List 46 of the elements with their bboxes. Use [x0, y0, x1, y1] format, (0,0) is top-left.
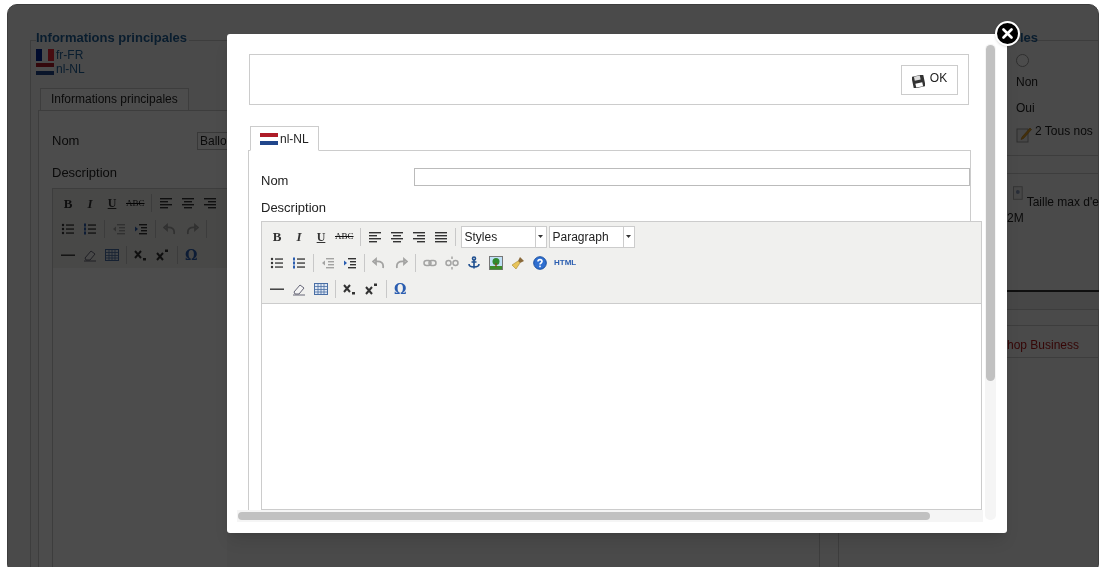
html-button[interactable]: HTML: [554, 258, 577, 267]
align-right-icon[interactable]: [411, 229, 426, 244]
ok-button[interactable]: OK: [901, 65, 958, 95]
option-label: Non: [1016, 73, 1039, 91]
indent-icon[interactable]: [343, 255, 357, 270]
field-label: Nom: [261, 172, 290, 191]
name-field[interactable]: [414, 168, 970, 186]
field-label: Description: [52, 163, 119, 182]
caret-icon: [534, 226, 546, 247]
styles-dropdown[interactable]: Styles: [460, 225, 547, 248]
table-icon[interactable]: [105, 248, 119, 262]
field-label: Description: [261, 199, 328, 217]
broom-icon[interactable]: [511, 255, 525, 270]
scrollbar[interactable]: [985, 44, 996, 520]
numbered-list-icon[interactable]: [292, 255, 306, 270]
table-icon[interactable]: [314, 281, 328, 296]
upload-size-text: 2M: [1007, 210, 1025, 225]
underline-button[interactable]: U: [314, 230, 328, 243]
section-heading: les: [1020, 29, 1040, 47]
save-icon: [911, 75, 925, 88]
justify-icon[interactable]: [433, 229, 448, 244]
flag-icon: [36, 62, 54, 75]
bold-button[interactable]: B: [270, 230, 284, 243]
picture-icon[interactable]: [489, 255, 503, 270]
superscript-icon[interactable]: [365, 281, 379, 296]
anchor-icon[interactable]: [467, 255, 481, 270]
language-tab[interactable]: nl-NL: [250, 126, 319, 151]
help-icon[interactable]: [533, 255, 547, 270]
close-icon: [1002, 28, 1013, 39]
flag-icon: [36, 48, 54, 61]
strikethrough-button[interactable]: ABC: [335, 232, 354, 241]
flag-icon: [260, 132, 278, 145]
scrollbar[interactable]: [237, 510, 983, 522]
format-dropdown[interactable]: Paragraph: [548, 225, 635, 248]
bullet-list-icon[interactable]: [270, 255, 284, 270]
file-icon: [1013, 185, 1023, 200]
align-left-icon[interactable]: [367, 229, 382, 244]
option-label: Oui: [1016, 99, 1036, 117]
italic-button[interactable]: I: [292, 230, 306, 243]
caret-icon: [622, 226, 634, 247]
special-character-button[interactable]: Ω: [394, 281, 407, 296]
category-text: 2 Tous nos: [1035, 122, 1093, 140]
upload-limit-text: Taille max d'e: [1026, 193, 1099, 211]
eraser-icon[interactable]: [83, 248, 97, 262]
field-label: Nom: [52, 131, 81, 150]
align-center-icon[interactable]: [389, 229, 404, 244]
